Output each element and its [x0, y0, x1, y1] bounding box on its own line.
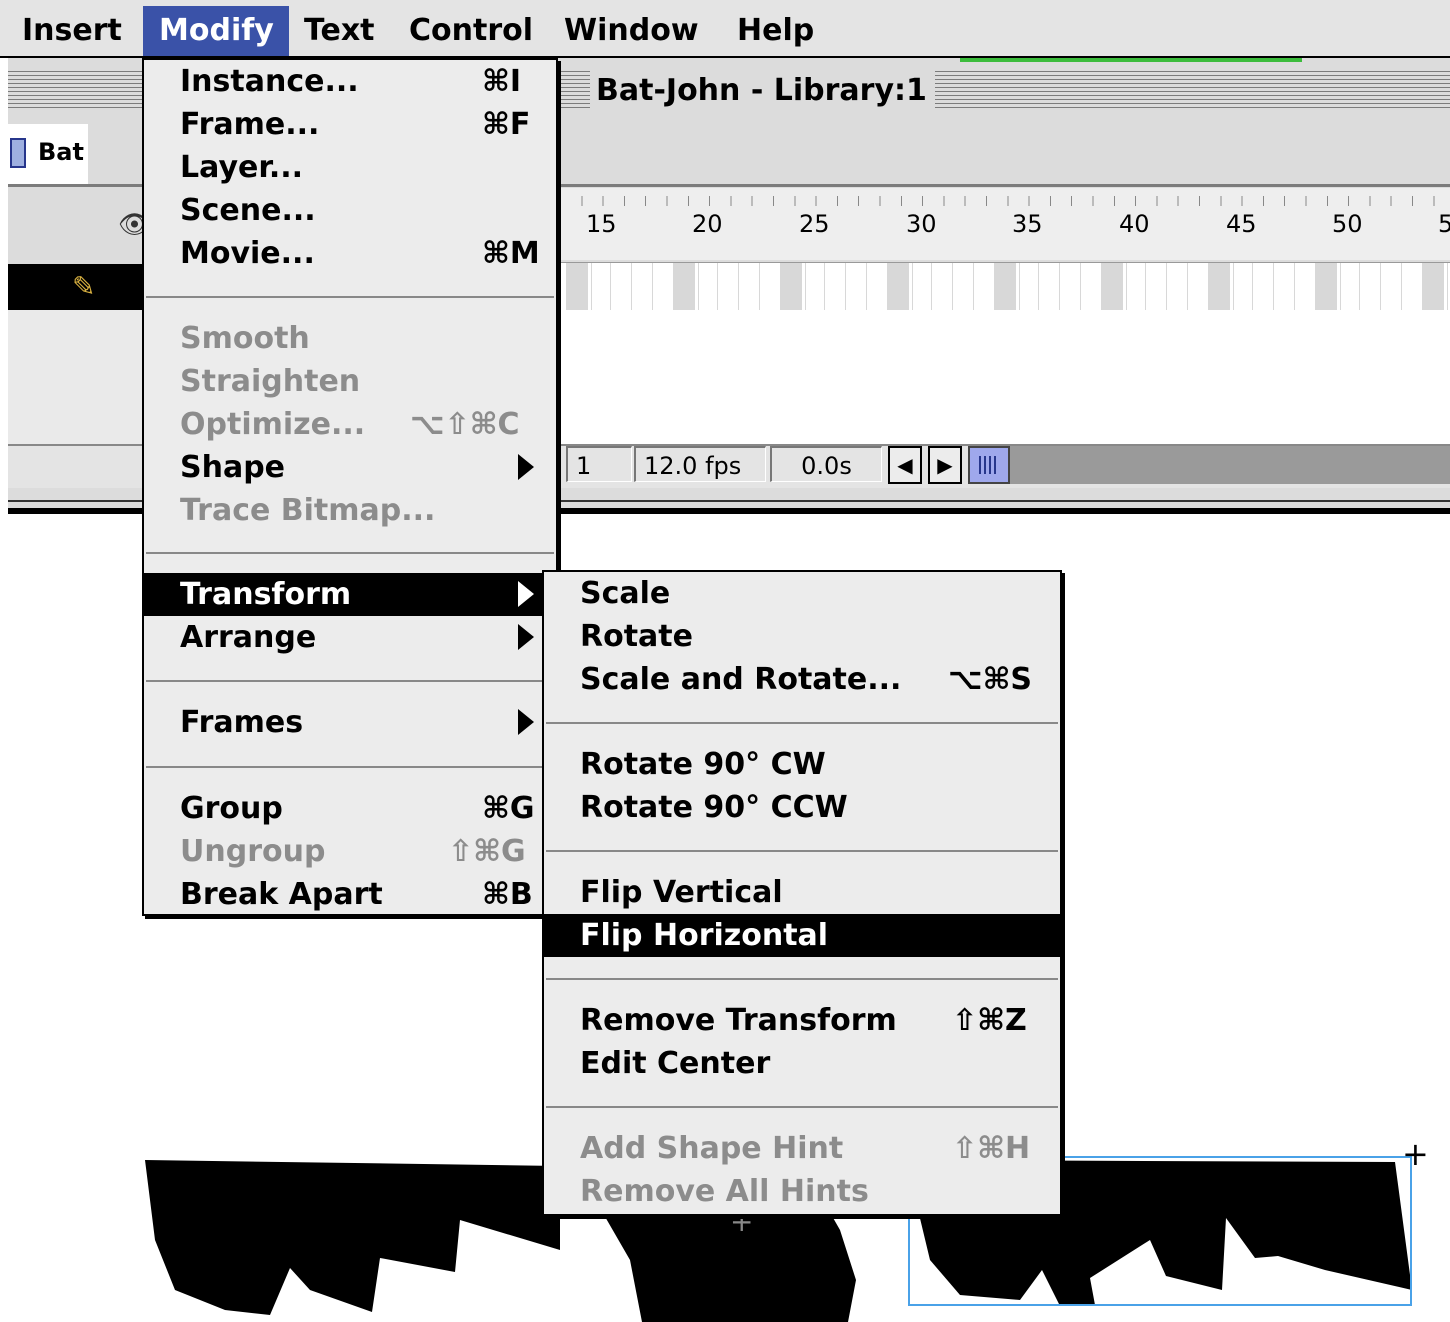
menu-insert[interactable]: Insert [6, 6, 138, 56]
frame-rate-field[interactable]: 12.0 fps [634, 446, 766, 482]
scroll-track[interactable] [1010, 446, 1450, 484]
current-frame-field: 1 [566, 446, 632, 482]
right-arrow-icon[interactable]: ▶ [928, 446, 962, 484]
menu-item-group[interactable]: Group ⌘G [144, 787, 556, 830]
menu-separator [146, 680, 554, 682]
menu-item-scale[interactable]: Scale [544, 572, 1060, 615]
scroll-thumb[interactable] [968, 446, 1010, 484]
menu-item-add-shape-hint[interactable]: Add Shape Hint ⇧⌘H [544, 1127, 1060, 1170]
scene-tab[interactable]: Bat [8, 124, 88, 184]
crosshair-icon: + [1402, 1135, 1429, 1173]
window-title: Bat-John - Library:1 [590, 68, 933, 114]
left-arrow-icon[interactable]: ◀ [888, 446, 922, 484]
submenu-arrow-icon [518, 454, 534, 480]
title-bar-stripes [8, 68, 143, 110]
menu-item-transform[interactable]: Transform [144, 573, 556, 616]
ruler-ticks [560, 196, 1450, 206]
menu-item-rotate-90-ccw[interactable]: Rotate 90° CCW [544, 786, 1060, 829]
menu-item-edit-center[interactable]: Edit Center [544, 1042, 1060, 1085]
ruler-label: 35 [1012, 210, 1043, 238]
menu-item-smooth[interactable]: Smooth [144, 317, 556, 360]
pencil-icon[interactable]: ✎ [72, 270, 95, 303]
menu-item-flip-horizontal[interactable]: Flip Horizontal [544, 914, 1060, 957]
menu-window[interactable]: Window [548, 6, 715, 56]
symbol-icon [10, 138, 26, 168]
menu-item-optimize[interactable]: Optimize... ⌥⇧⌘C [144, 403, 556, 446]
menu-separator [146, 552, 554, 554]
menu-separator [546, 850, 1058, 852]
ruler-label: 15 [586, 210, 617, 238]
title-bar-stripes [935, 68, 1450, 110]
frames-panel [560, 310, 1450, 446]
menu-item-arrange[interactable]: Arrange [144, 616, 556, 659]
menu-item-scene[interactable]: Scene... [144, 189, 556, 232]
menu-control[interactable]: Control [393, 6, 549, 56]
menu-separator [546, 978, 1058, 980]
menu-text[interactable]: Text [288, 6, 391, 56]
ruler-label: 25 [799, 210, 830, 238]
menu-modify[interactable]: Modify [143, 6, 289, 56]
submenu-arrow-icon [518, 624, 534, 650]
menu-item-scale-and-rotate[interactable]: Scale and Rotate... ⌥⌘S [544, 658, 1060, 701]
menu-item-trace-bitmap[interactable]: Trace Bitmap... [144, 489, 556, 532]
title-accent-line [960, 58, 1302, 62]
menu-item-ungroup[interactable]: Ungroup ⇧⌘G [144, 830, 556, 873]
menu-item-layer[interactable]: Layer... [144, 146, 556, 189]
menu-separator [546, 722, 1058, 724]
elapsed-time-field: 0.0s [770, 446, 882, 482]
ruler-label: 30 [906, 210, 937, 238]
submenu-arrow-icon [518, 709, 534, 735]
ruler-label: 5 [1438, 210, 1450, 238]
menu-item-instance[interactable]: Instance... ⌘I [144, 60, 556, 103]
menu-item-flip-vertical[interactable]: Flip Vertical [544, 871, 1060, 914]
ruler-label: 20 [692, 210, 723, 238]
menu-item-rotate-90-cw[interactable]: Rotate 90° CW [544, 743, 1060, 786]
transform-submenu: Scale Rotate Scale and Rotate... ⌥⌘S Rot… [542, 570, 1062, 1216]
menu-separator [146, 766, 554, 768]
menu-item-break-apart[interactable]: Break Apart ⌘B [144, 873, 556, 916]
menu-bar: Insert Modify Text Control Window Help [0, 0, 1450, 58]
menu-item-remove-transform[interactable]: Remove Transform ⇧⌘Z [544, 999, 1060, 1042]
modify-menu: Instance... ⌘I Frame... ⌘F Layer... Scen… [142, 58, 558, 916]
ruler-label: 50 [1332, 210, 1363, 238]
ruler-label: 40 [1119, 210, 1150, 238]
menu-item-remove-all-hints[interactable]: Remove All Hints [544, 1170, 1060, 1213]
menu-separator [146, 296, 554, 298]
scene-tab-label: Bat [38, 138, 84, 166]
layer-panel [8, 310, 144, 446]
menu-item-rotate[interactable]: Rotate [544, 615, 1060, 658]
title-bar-stripes [560, 68, 590, 110]
ruler-label: 45 [1226, 210, 1257, 238]
frame-cells[interactable] [560, 262, 1450, 312]
menu-item-frames[interactable]: Frames [144, 701, 556, 744]
menu-item-straighten[interactable]: Straighten [144, 360, 556, 403]
menu-separator [546, 1106, 1058, 1108]
menu-item-movie[interactable]: Movie... ⌘M [144, 232, 556, 275]
submenu-arrow-icon [518, 581, 534, 607]
menu-item-frame[interactable]: Frame... ⌘F [144, 103, 556, 146]
menu-item-shape[interactable]: Shape [144, 446, 556, 489]
menu-help[interactable]: Help [721, 6, 830, 56]
